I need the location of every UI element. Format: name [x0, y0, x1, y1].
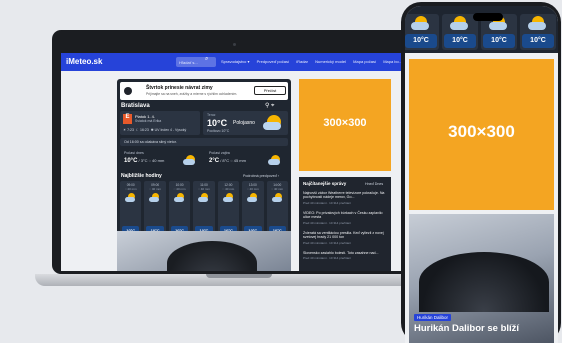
news-tabs[interactable]: Hneď Dnes: [365, 182, 383, 186]
news-item-title: Najnovší zábor Weatherre televízore pokr…: [303, 191, 385, 200]
phone-hour-tile[interactable]: 10°C: [442, 14, 478, 50]
current-temp: 10°C: [207, 118, 228, 128]
today-label: Počasí dnes: [124, 151, 144, 155]
cloud-icon: [450, 22, 468, 30]
phone-hour-tile[interactable]: 10°C: [520, 14, 556, 50]
menu-item-news[interactable]: Spravodajstvo ▾: [221, 59, 249, 64]
weather-card: Štvrtok prinesie návrat zimy Prijímajte …: [117, 79, 291, 241]
city-name[interactable]: Bratislava: [121, 103, 150, 109]
news-item[interactable]: Zvieratá sa ventiláciou presilia. Keď vy…: [303, 231, 387, 245]
detailed-forecast-link[interactable]: Podrobná predpoveď ›: [243, 174, 279, 178]
notification-banner: Štvrtok prinesie návrat zimy Prijímajte …: [120, 82, 288, 100]
nameday-badge: E: [123, 114, 132, 124]
current-label: Teraz: [207, 113, 216, 117]
laptop-screen: iMeteo.sk Hľadať s... ⌕ Spravodajstvo ▾ …: [61, 53, 416, 271]
sun-cloud-icon: [247, 193, 258, 203]
cloud-icon: [268, 159, 280, 165]
hour-rain: ◌ 40 mm: [149, 187, 162, 191]
hour-rain: ◌ 40 mm: [271, 187, 284, 191]
notification-title: Štvrtok prinesie návrat zimy: [146, 85, 213, 91]
news-item[interactable]: Slovensko zasiahlo bolesti. Toto zasahne…: [303, 251, 387, 260]
sun-cloud-icon: [198, 193, 209, 203]
laptop-camera: [233, 43, 236, 46]
news-item-meta: Pred 40 minútami · 10 314 prečítaní: [303, 240, 351, 245]
current-condition: Polojasno: [233, 120, 255, 126]
search-input[interactable]: Hľadať s...: [176, 57, 216, 67]
cloud-icon: [183, 159, 195, 165]
news-item[interactable]: VIDEO: Po prívalových búrkach v Česku za…: [303, 211, 387, 225]
bell-icon: [124, 87, 132, 95]
search-icon[interactable]: ⌕: [205, 56, 208, 63]
cloud-icon: [411, 22, 429, 30]
hourly-title: Najbližšie hodiny: [121, 173, 162, 179]
cloud-icon: [263, 122, 281, 130]
phone-hour-temp: 10°C: [483, 34, 515, 48]
notification-subtitle: Prijímajte sa na sneh, zrážky a mierne s…: [146, 92, 238, 96]
location-icon[interactable]: ⚲ ⌖: [265, 102, 274, 110]
laptop-notch: [206, 274, 272, 278]
news-item-meta: Pred 40 minútami · 10 314 prečítaní: [303, 220, 351, 225]
top-navbar: iMeteo.sk Hľadať s... ⌕ Spravodajstvo ▾ …: [61, 53, 416, 71]
tomorrow-temp: 2°C / 8°C ◌ 45 mm: [209, 158, 246, 164]
sunset-time: ☾ 16:23: [135, 128, 149, 132]
tomorrow-summary: Počasí zajtra 2°C / 8°C ◌ 45 mm: [205, 149, 288, 171]
cloud-icon: [528, 22, 546, 30]
menu-item-model[interactable]: Numerický model: [315, 59, 346, 64]
menu-item-more[interactable]: Mapa bo...: [383, 59, 402, 64]
phone-hour-tile[interactable]: 10°C: [405, 14, 439, 50]
news-item-meta: Pred 40 minútami · 10 314 prečítaní: [303, 256, 351, 261]
news-item-meta: Pred 40 minútami · 10 314 prečítaní: [303, 200, 351, 205]
story-title[interactable]: Hurikán Dalibor se blíží: [414, 323, 519, 334]
hour-rain: ◌ 40 mm: [246, 187, 259, 191]
uv-index: ✺ UV Index 4 - Vysoký: [150, 128, 187, 132]
hour-rain: ◌ 40 mm: [222, 187, 235, 191]
nameday-panel: E Piatok 1. 4. Sviatok má Erika ☀ 7:23 ☾…: [120, 111, 200, 135]
news-item-title: Slovensko zasiahlo bolesti. Toto zasahne…: [303, 251, 379, 255]
umbrella-image: [419, 252, 549, 312]
news-item-title: VIDEO: Po prívalových búrkach v Česku za…: [303, 211, 383, 220]
sun-cloud-icon: [149, 193, 160, 203]
read-button[interactable]: Přečíst: [254, 86, 286, 95]
news-item[interactable]: Najnovší zábor Weatherre televízore pokr…: [303, 191, 387, 205]
sun-cloud-icon: [222, 193, 234, 203]
menu-item-radar[interactable]: iRadar: [296, 59, 308, 64]
phone-hour-temp: 10°C: [444, 34, 476, 48]
hour-rain: ◌ 40 mm: [124, 187, 137, 191]
hour-rain: ◌ 40 mm: [198, 187, 210, 191]
article-photo[interactable]: [117, 231, 291, 271]
umbrella-image: [167, 241, 257, 271]
phone-hour-temp: 10°C: [522, 34, 554, 48]
sun-cloud-icon: [271, 193, 283, 203]
sun-cloud-icon: [125, 193, 136, 203]
news-panel: Najčítanejšie správy Hneď Dnes Najnovší …: [299, 177, 391, 271]
phone-screen: 10°C 10°C 10°C 10°C 300×300 Hurikán Dalibor…: [405, 6, 558, 343]
tomorrow-label: Počasí zajtra: [209, 151, 230, 155]
menu-item-map[interactable]: Mapa počasí: [353, 59, 376, 64]
cloud-icon: [489, 22, 507, 30]
current-weather-panel: Teraz 10°C Polojasno Pocitovo 10°C: [203, 111, 288, 135]
story-tag[interactable]: Hurikán Dalibor: [414, 314, 452, 321]
feels-like: Pocitovo 10°C: [207, 129, 230, 133]
news-item-title: Zvieratá sa ventiláciou presilia. Keď vy…: [303, 231, 384, 240]
phone-story-card[interactable]: Hurikán Dalibor Hurikán Dalibor se blíží: [409, 214, 554, 343]
site-logo[interactable]: iMeteo.sk: [66, 57, 102, 66]
main-menu: Spravodajstvo ▾ Predpoveď počasí iRadar …: [221, 59, 408, 64]
phone-hour-temp: 10°C: [405, 34, 437, 48]
ad-banner[interactable]: 300×300: [299, 79, 391, 171]
today-temp: 10°C / 3°C ◌ 40 mm: [124, 158, 165, 164]
today-summary: Počasí dnes 10°C / 3°C ◌ 40 mm: [120, 149, 203, 171]
news-title: Najčítanejšie správy: [303, 181, 347, 186]
sunrise-time: ☀ 7:23: [123, 128, 134, 132]
sun-cloud-icon: [173, 193, 185, 203]
menu-item-forecast[interactable]: Predpoveď počasí: [257, 59, 289, 64]
phone-dynamic-island: [473, 13, 503, 21]
wind-alert[interactable]: Od 16:00 sa očakáva silný vietor.: [120, 138, 288, 146]
sun-times: ☀ 7:23 ☾ 16:23 ✺ UV Index 4 - Vysoký: [123, 128, 186, 132]
phone-ad-banner[interactable]: 300×300: [409, 59, 554, 210]
hour-rain: ◌ 40 mm: [173, 187, 186, 191]
nameday-name: Sviatok má Erika: [135, 119, 162, 123]
